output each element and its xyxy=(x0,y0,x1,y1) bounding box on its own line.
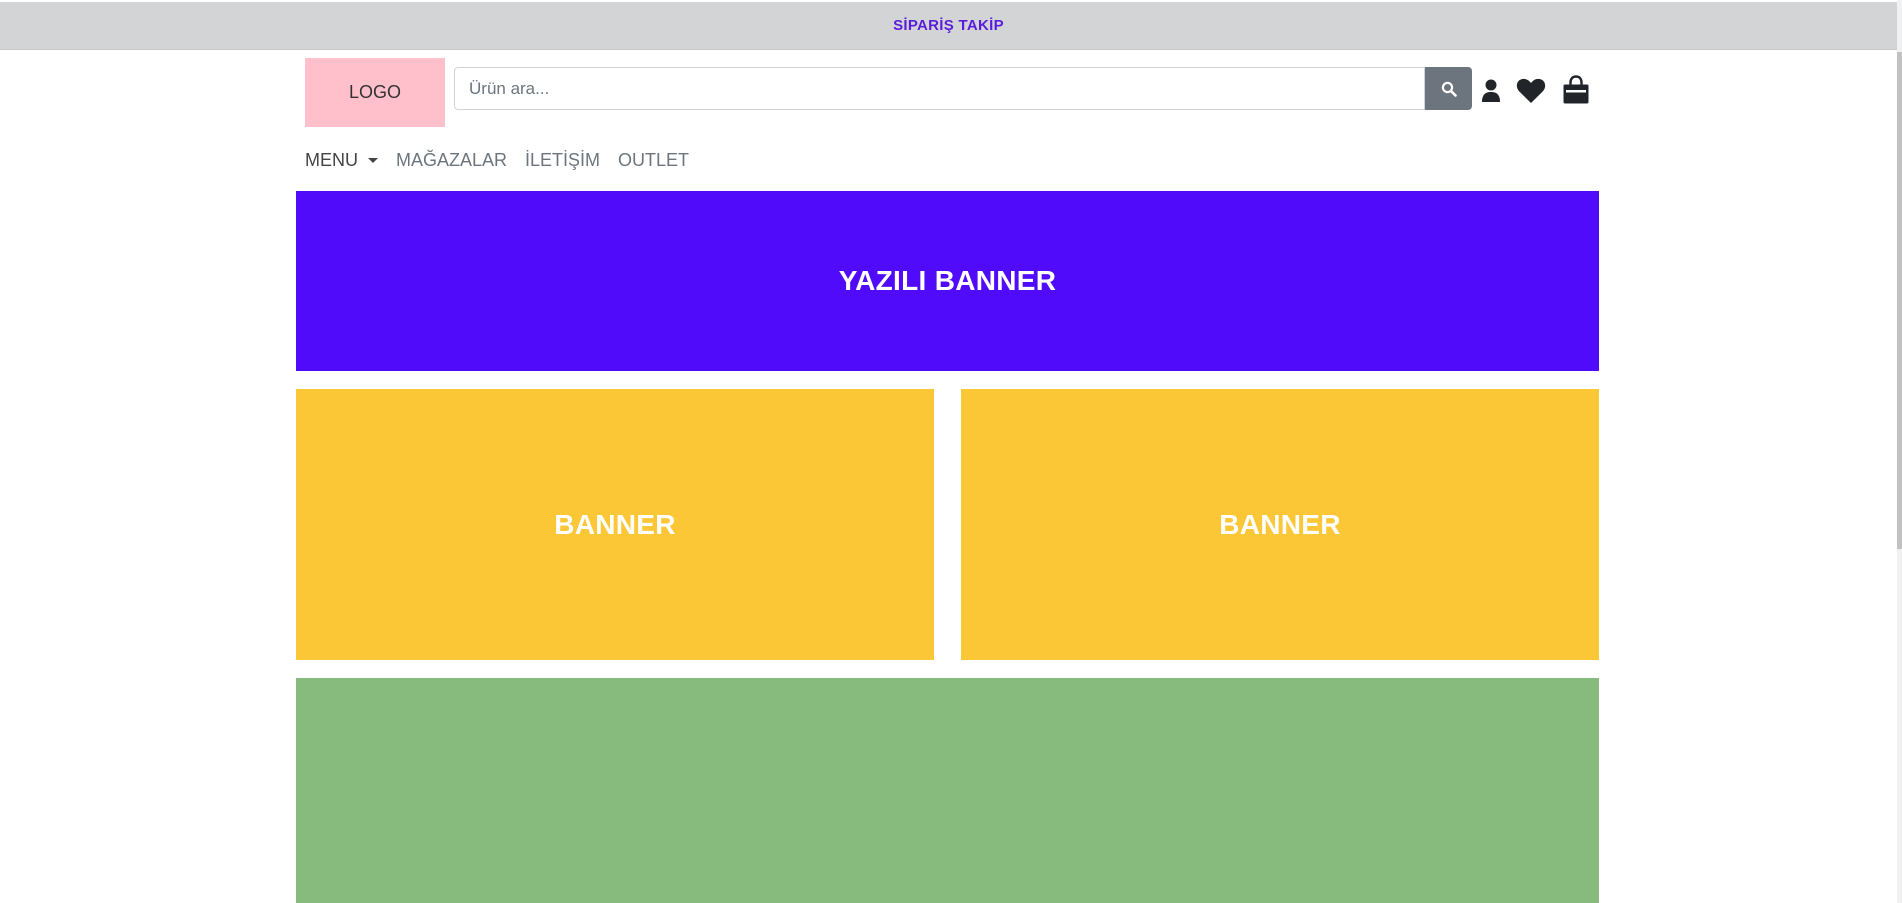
order-tracking-bar: SİPARİŞ TAKİP xyxy=(0,2,1897,50)
scrollbar-thumb[interactable] xyxy=(1897,52,1902,549)
text-banner[interactable]: YAZILI BANNER xyxy=(296,191,1599,371)
order-tracking-link[interactable]: SİPARİŞ TAKİP xyxy=(893,17,1004,34)
search-icon xyxy=(1441,81,1457,97)
banner-left-label: BANNER xyxy=(554,508,676,540)
text-banner-label: YAZILI BANNER xyxy=(838,265,1057,296)
account-button[interactable] xyxy=(1480,76,1502,106)
logo[interactable]: LOGO xyxy=(305,58,445,127)
page-scrollbar[interactable] xyxy=(1897,0,1902,903)
main-nav: MENU MAĞAZALAR İLETİŞİM OUTLET xyxy=(305,146,707,174)
banner-left[interactable]: BANNER xyxy=(296,389,934,660)
banner-right[interactable]: BANNER xyxy=(961,389,1599,660)
wishlist-button[interactable] xyxy=(1515,76,1547,106)
logo-text: LOGO xyxy=(348,82,401,102)
user-icon xyxy=(1482,79,1500,102)
banner-right-label: BANNER xyxy=(1219,508,1341,540)
banner-bottom[interactable] xyxy=(296,678,1599,903)
nav-item-outlet[interactable]: OUTLET xyxy=(618,150,689,171)
search-input[interactable] xyxy=(454,67,1425,110)
cart-button[interactable] xyxy=(1560,74,1592,106)
nav-item-stores[interactable]: MAĞAZALAR xyxy=(396,150,507,171)
nav-item-contact[interactable]: İLETİŞİM xyxy=(525,150,600,171)
shopping-bag-icon xyxy=(1563,75,1589,104)
search-button[interactable] xyxy=(1425,67,1472,110)
heart-icon xyxy=(1516,78,1546,103)
caret-down-icon xyxy=(368,157,378,163)
menu-label: MENU xyxy=(305,149,358,170)
menu-dropdown[interactable]: MENU xyxy=(305,150,378,171)
